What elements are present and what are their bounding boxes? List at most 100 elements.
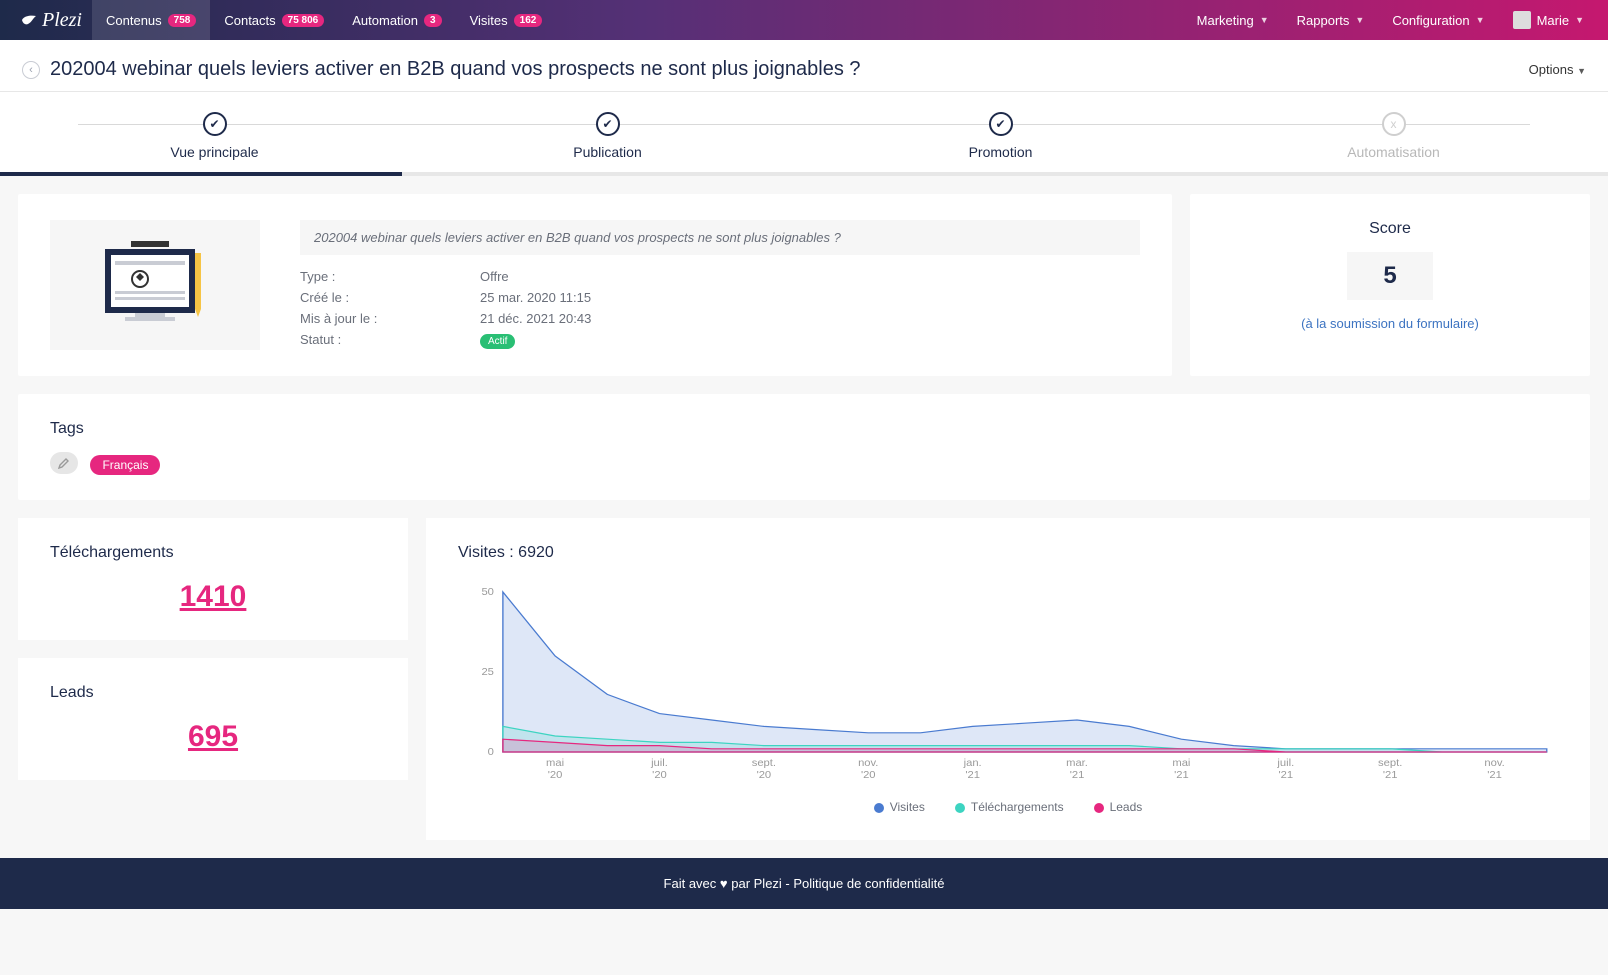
chart-legend: Visites Téléchargements Leads bbox=[458, 800, 1558, 814]
chevron-down-icon: ▼ bbox=[1575, 15, 1584, 25]
svg-text:50: 50 bbox=[481, 587, 494, 598]
stepper: ✔ Vue principale ✔ Publication ✔ Promoti… bbox=[0, 92, 1608, 176]
check-icon: ✔ bbox=[203, 112, 227, 136]
chart-panel: Visites : 6920 02550mai'20juil.'20sept.'… bbox=[426, 518, 1590, 840]
options-dropdown[interactable]: Options ▼ bbox=[1529, 62, 1586, 77]
svg-text:jan.: jan. bbox=[963, 758, 982, 769]
svg-text:juil.: juil. bbox=[650, 758, 668, 769]
leads-card: Leads 695 bbox=[18, 658, 408, 780]
step-label: Promotion bbox=[804, 144, 1197, 160]
svg-text:mar.: mar. bbox=[1066, 758, 1088, 769]
x-icon: x bbox=[1382, 112, 1406, 136]
chevron-down-icon: ▼ bbox=[1476, 15, 1485, 25]
footer-text: par Plezi - bbox=[728, 876, 794, 891]
options-label: Options bbox=[1529, 62, 1574, 77]
svg-text:nov.: nov. bbox=[1484, 758, 1504, 769]
nav-label: Configuration bbox=[1392, 13, 1469, 28]
nav-label: Marie bbox=[1537, 13, 1570, 28]
chevron-down-icon: ▼ bbox=[1260, 15, 1269, 25]
chevron-down-icon: ▼ bbox=[1355, 15, 1364, 25]
nav-contenus[interactable]: Contenus 758 bbox=[92, 0, 210, 40]
nav-rapports[interactable]: Rapports ▼ bbox=[1283, 0, 1379, 40]
svg-text:sept.: sept. bbox=[752, 758, 776, 769]
svg-text:'20: '20 bbox=[861, 770, 876, 781]
step-label: Vue principale bbox=[18, 144, 411, 160]
nav-contacts[interactable]: Contacts 75 806 bbox=[210, 0, 338, 40]
legend-leads: Leads bbox=[1094, 800, 1143, 814]
leads-value[interactable]: 695 bbox=[50, 720, 376, 754]
legend-visites: Visites bbox=[874, 800, 925, 814]
monitor-icon bbox=[95, 235, 215, 335]
chevron-down-icon: ▼ bbox=[1577, 66, 1586, 76]
score-value: 5 bbox=[1347, 252, 1433, 300]
field-label-status: Statut : bbox=[300, 332, 480, 349]
svg-text:'20: '20 bbox=[757, 770, 772, 781]
field-label-updated: Mis à jour le : bbox=[300, 311, 480, 326]
field-label-created: Créé le : bbox=[300, 290, 480, 305]
nav-user[interactable]: Marie ▼ bbox=[1499, 0, 1598, 40]
nav-label: Contacts bbox=[224, 13, 275, 28]
svg-text:'21: '21 bbox=[1070, 770, 1085, 781]
tag-item[interactable]: Français bbox=[90, 455, 160, 475]
score-label: Score bbox=[1222, 220, 1558, 238]
nav-marketing[interactable]: Marketing ▼ bbox=[1183, 0, 1283, 40]
bird-icon bbox=[20, 13, 38, 27]
page-title: 202004 webinar quels leviers activer en … bbox=[50, 58, 861, 81]
svg-text:'21: '21 bbox=[1279, 770, 1294, 781]
nav-visites[interactable]: Visites 162 bbox=[456, 0, 557, 40]
svg-text:mai: mai bbox=[546, 758, 564, 769]
footer-text: Fait avec bbox=[664, 876, 720, 891]
footer: Fait avec ♥ par Plezi - Politique de con… bbox=[0, 858, 1608, 909]
back-icon[interactable]: ‹ bbox=[22, 61, 40, 79]
content-thumbnail bbox=[50, 220, 260, 350]
downloads-value[interactable]: 1410 bbox=[50, 580, 376, 614]
pencil-icon bbox=[58, 457, 70, 469]
tags-heading: Tags bbox=[50, 420, 1558, 438]
step-automatisation[interactable]: x Automatisation bbox=[1197, 112, 1590, 160]
brand-logo[interactable]: Plezi bbox=[10, 9, 92, 32]
privacy-link[interactable]: Politique de confidentialité bbox=[793, 876, 944, 891]
nav-badge: 75 806 bbox=[282, 14, 325, 27]
svg-text:sept.: sept. bbox=[1378, 758, 1402, 769]
brand-text: Plezi bbox=[42, 9, 82, 32]
step-label: Publication bbox=[411, 144, 804, 160]
downloads-label: Téléchargements bbox=[50, 544, 376, 562]
svg-text:0: 0 bbox=[488, 747, 494, 758]
stepper-underline bbox=[0, 172, 1608, 176]
svg-text:nov.: nov. bbox=[858, 758, 878, 769]
step-label: Automatisation bbox=[1197, 144, 1590, 160]
svg-text:'21: '21 bbox=[965, 770, 980, 781]
heart-icon: ♥ bbox=[720, 876, 728, 891]
check-icon: ✔ bbox=[596, 112, 620, 136]
nav-label: Rapports bbox=[1297, 13, 1350, 28]
svg-text:25: 25 bbox=[481, 667, 494, 678]
title-bar: ‹ 202004 webinar quels leviers activer e… bbox=[0, 40, 1608, 92]
downloads-card: Téléchargements 1410 bbox=[18, 518, 408, 640]
score-panel: Score 5 (à la soumission du formulaire) bbox=[1190, 194, 1590, 376]
top-nav: Plezi Contenus 758 Contacts 75 806 Autom… bbox=[0, 0, 1608, 40]
field-value-created: 25 mar. 2020 11:15 bbox=[480, 290, 1140, 305]
nav-automation[interactable]: Automation 3 bbox=[338, 0, 455, 40]
step-vue-principale[interactable]: ✔ Vue principale bbox=[18, 112, 411, 160]
field-value-type: Offre bbox=[480, 269, 1140, 284]
field-value-updated: 21 déc. 2021 20:43 bbox=[480, 311, 1140, 326]
edit-tags-button[interactable] bbox=[50, 452, 78, 474]
status-badge: Actif bbox=[480, 334, 515, 349]
leads-label: Leads bbox=[50, 684, 376, 702]
svg-text:'20: '20 bbox=[652, 770, 667, 781]
tags-panel: Tags Français bbox=[18, 394, 1590, 500]
check-icon: ✔ bbox=[989, 112, 1013, 136]
nav-label: Automation bbox=[352, 13, 418, 28]
overview-panel: 202004 webinar quels leviers activer en … bbox=[18, 194, 1172, 376]
avatar bbox=[1513, 11, 1531, 29]
nav-badge: 758 bbox=[168, 14, 197, 27]
visits-chart: 02550mai'20juil.'20sept.'20nov.'20jan.'2… bbox=[458, 582, 1558, 792]
nav-configuration[interactable]: Configuration ▼ bbox=[1378, 0, 1498, 40]
step-publication[interactable]: ✔ Publication bbox=[411, 112, 804, 160]
score-note: (à la soumission du formulaire) bbox=[1222, 316, 1558, 331]
step-promotion[interactable]: ✔ Promotion bbox=[804, 112, 1197, 160]
svg-text:juil.: juil. bbox=[1276, 758, 1294, 769]
svg-text:'21: '21 bbox=[1487, 770, 1502, 781]
svg-text:mai: mai bbox=[1172, 758, 1190, 769]
field-label-type: Type : bbox=[300, 269, 480, 284]
